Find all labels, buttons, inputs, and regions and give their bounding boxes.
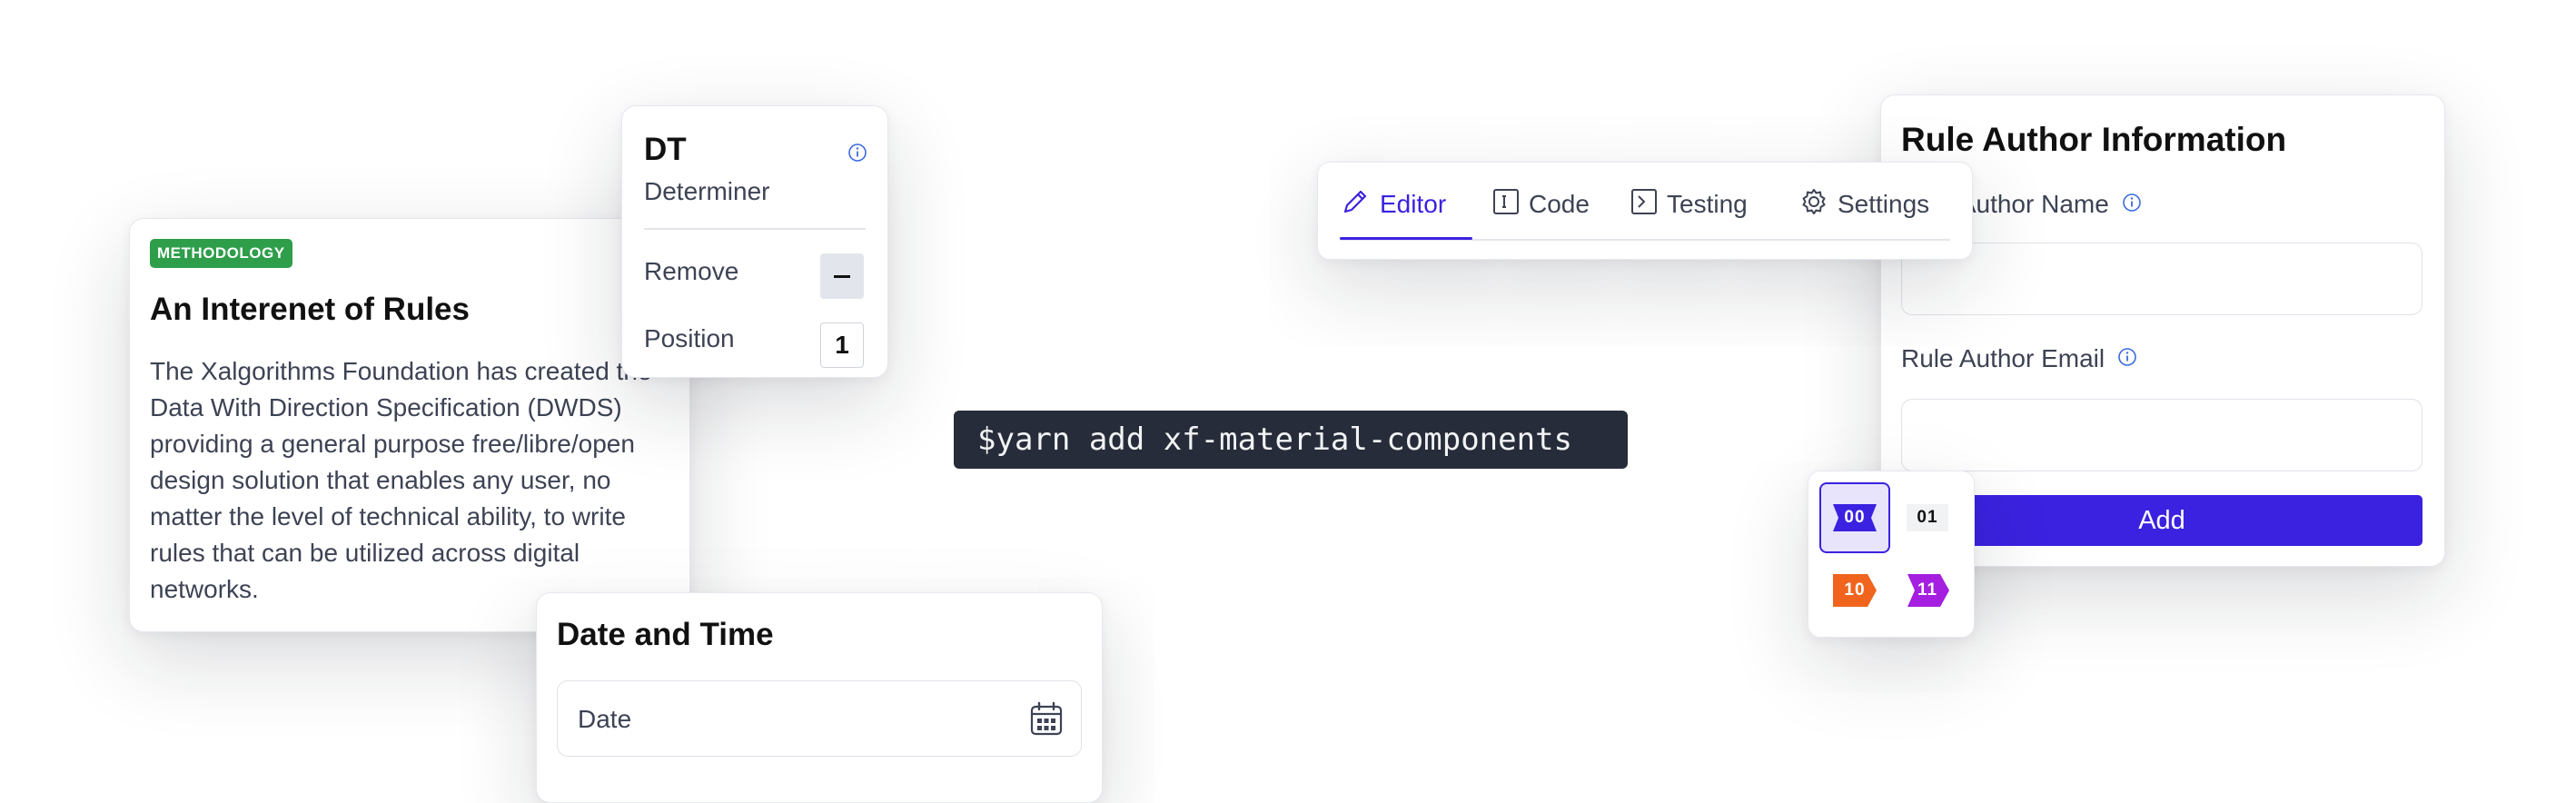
tab-code[interactable]: Code	[1492, 186, 1590, 223]
gear-icon	[1799, 187, 1828, 223]
tab-label: Settings	[1838, 190, 1930, 218]
author-name-input[interactable]	[1901, 243, 2422, 315]
tag-10[interactable]: 10	[1819, 555, 1890, 626]
position-input[interactable]: 1	[820, 322, 864, 368]
position-label: Position	[644, 324, 735, 352]
divider	[644, 228, 866, 230]
tab-editor[interactable]: Editor	[1340, 186, 1446, 223]
remove-button[interactable]	[820, 253, 864, 299]
info-icon[interactable]	[2122, 190, 2142, 219]
dt-subtitle: Determiner	[644, 177, 770, 205]
author-email-label-text: Rule Author Email	[1901, 344, 2105, 372]
tab-testing[interactable]: Testing	[1630, 186, 1748, 223]
tab-label: Code	[1529, 190, 1590, 218]
author-email-input[interactable]	[1901, 399, 2422, 471]
install-command: $yarn add xf-material-components	[954, 411, 1628, 469]
date-input[interactable]: Date	[557, 680, 1082, 757]
remove-label: Remove	[644, 257, 739, 285]
rule-author-title: Rule Author Information	[1901, 121, 2287, 158]
add-button[interactable]: Add	[1901, 495, 2422, 546]
methodology-badge: METHODOLOGY	[150, 239, 292, 268]
tag-01[interactable]: 01	[1892, 482, 1963, 553]
tab-label: Testing	[1667, 190, 1748, 218]
dt-popover-card: DT Determiner Remove Position 1	[621, 105, 888, 378]
info-icon[interactable]	[2117, 344, 2137, 373]
methodology-card: METHODOLOGY An Interenet of Rules The Xa…	[129, 218, 690, 632]
tab-settings[interactable]: Settings	[1799, 186, 1929, 223]
dt-title: DT	[644, 132, 687, 167]
date-placeholder: Date	[578, 705, 632, 733]
card-title: An Interenet of Rules	[150, 292, 470, 327]
tag-11[interactable]: 11	[1892, 555, 1963, 626]
code-icon	[1492, 188, 1520, 222]
author-email-label: Rule Author Email	[1901, 344, 2137, 373]
calendar-icon[interactable]	[1030, 701, 1063, 740]
card-body-text: The Xalgorithms Foundation has created t…	[150, 357, 652, 603]
active-tab-indicator	[1340, 237, 1472, 240]
tag-selector-card: 00 01 10 11	[1808, 471, 1975, 638]
tab-label: Editor	[1380, 190, 1447, 218]
terminal-icon	[1630, 188, 1658, 222]
tag-00[interactable]: 00	[1819, 482, 1890, 553]
editor-tabs: Editor Code Testing Settings	[1317, 162, 1973, 260]
info-icon[interactable]	[847, 143, 867, 167]
date-time-title: Date and Time	[557, 617, 774, 652]
pencil-icon	[1340, 186, 1371, 223]
date-time-card: Date and Time Date	[536, 592, 1103, 803]
